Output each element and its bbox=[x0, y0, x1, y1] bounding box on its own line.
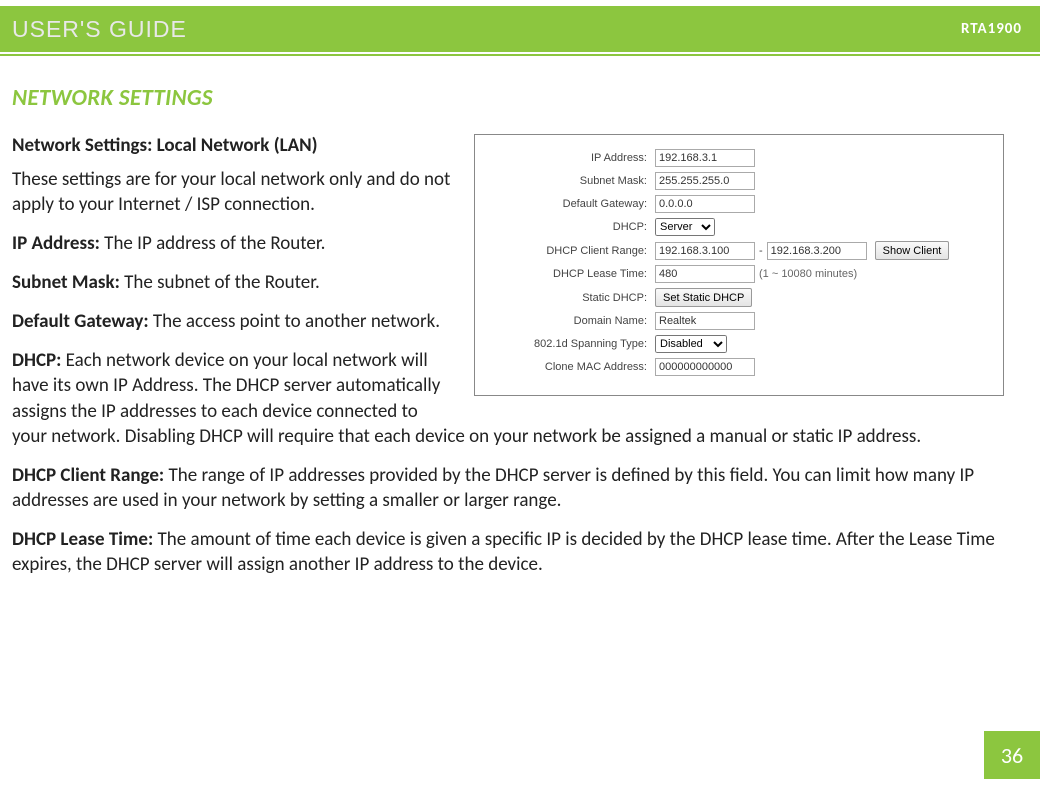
set-static-dhcp-button[interactable]: Set Static DHCP bbox=[655, 288, 752, 307]
header-bar: USER'S GUIDE RTA1900 bbox=[0, 6, 1040, 52]
label-static-dhcp: Static DHCP: bbox=[485, 292, 655, 304]
text-subnet-mask: The subnet of the Router. bbox=[120, 271, 320, 294]
label-subnet-mask: Subnet Mask: bbox=[485, 175, 655, 187]
term-dhcp: DHCP: bbox=[12, 349, 61, 372]
page-content: NETWORK SETTINGS IP Address: Subnet Mask… bbox=[0, 56, 1040, 577]
label-default-gateway: Default Gateway: bbox=[485, 198, 655, 210]
row-dhcp-client-range: DHCP Client Range: - Show Client bbox=[485, 241, 991, 260]
label-ip-address: IP Address: bbox=[485, 152, 655, 164]
row-dhcp: DHCP: Server bbox=[485, 218, 991, 236]
row-default-gateway: Default Gateway: bbox=[485, 195, 991, 213]
page-number: 36 bbox=[984, 731, 1040, 779]
row-ip-address: IP Address: bbox=[485, 149, 991, 167]
row-dhcp-lease-time: DHCP Lease Time: (1 ~ 10080 minutes) bbox=[485, 265, 991, 283]
input-default-gateway[interactable] bbox=[655, 195, 755, 213]
input-domain-name[interactable] bbox=[655, 312, 755, 330]
term-ip-address: IP Address: bbox=[12, 232, 100, 255]
term-dhcp-lease-time: DHCP Lease Time: bbox=[12, 528, 153, 551]
lease-hint: (1 ~ 10080 minutes) bbox=[759, 268, 857, 280]
show-client-button[interactable]: Show Client bbox=[875, 241, 950, 260]
input-range-start[interactable] bbox=[655, 242, 755, 260]
input-clone-mac[interactable] bbox=[655, 358, 755, 376]
model-number: RTA1900 bbox=[961, 20, 1022, 38]
text-ip-address: The IP address of the Router. bbox=[100, 232, 326, 255]
label-dhcp-lease-time: DHCP Lease Time: bbox=[485, 268, 655, 280]
row-subnet-mask: Subnet Mask: bbox=[485, 172, 991, 190]
select-spanning-type[interactable]: Disabled bbox=[655, 335, 727, 353]
def-dhcp-client-range: DHCP Client Range: The range of IP addre… bbox=[12, 463, 1004, 513]
input-lease-time[interactable] bbox=[655, 265, 755, 283]
term-subnet-mask: Subnet Mask: bbox=[12, 271, 120, 294]
guide-title: USER'S GUIDE bbox=[12, 16, 187, 43]
row-clone-mac: Clone MAC Address: bbox=[485, 358, 991, 376]
label-domain-name: Domain Name: bbox=[485, 315, 655, 327]
input-subnet-mask[interactable] bbox=[655, 172, 755, 190]
range-dash: - bbox=[759, 245, 763, 257]
label-dhcp-client-range: DHCP Client Range: bbox=[485, 245, 655, 257]
row-static-dhcp: Static DHCP: Set Static DHCP bbox=[485, 288, 991, 307]
term-default-gateway: Default Gateway: bbox=[12, 310, 149, 333]
label-spanning-type: 802.1d Spanning Type: bbox=[485, 338, 655, 350]
input-range-end[interactable] bbox=[767, 242, 867, 260]
term-dhcp-client-range: DHCP Client Range: bbox=[12, 464, 164, 487]
text-dhcp-lease-time: The amount of time each device is given … bbox=[12, 528, 995, 576]
row-spanning-type: 802.1d Spanning Type: Disabled bbox=[485, 335, 991, 353]
row-domain-name: Domain Name: bbox=[485, 312, 991, 330]
select-dhcp[interactable]: Server bbox=[655, 218, 715, 236]
section-title: NETWORK SETTINGS bbox=[12, 84, 1004, 112]
label-dhcp: DHCP: bbox=[485, 221, 655, 233]
label-clone-mac: Clone MAC Address: bbox=[485, 361, 655, 373]
text-default-gateway: The access point to another network. bbox=[149, 310, 440, 333]
lan-settings-screenshot: IP Address: Subnet Mask: Default Gateway… bbox=[474, 134, 1004, 396]
input-ip-address[interactable] bbox=[655, 149, 755, 167]
def-dhcp-lease-time: DHCP Lease Time: The amount of time each… bbox=[12, 527, 1004, 577]
